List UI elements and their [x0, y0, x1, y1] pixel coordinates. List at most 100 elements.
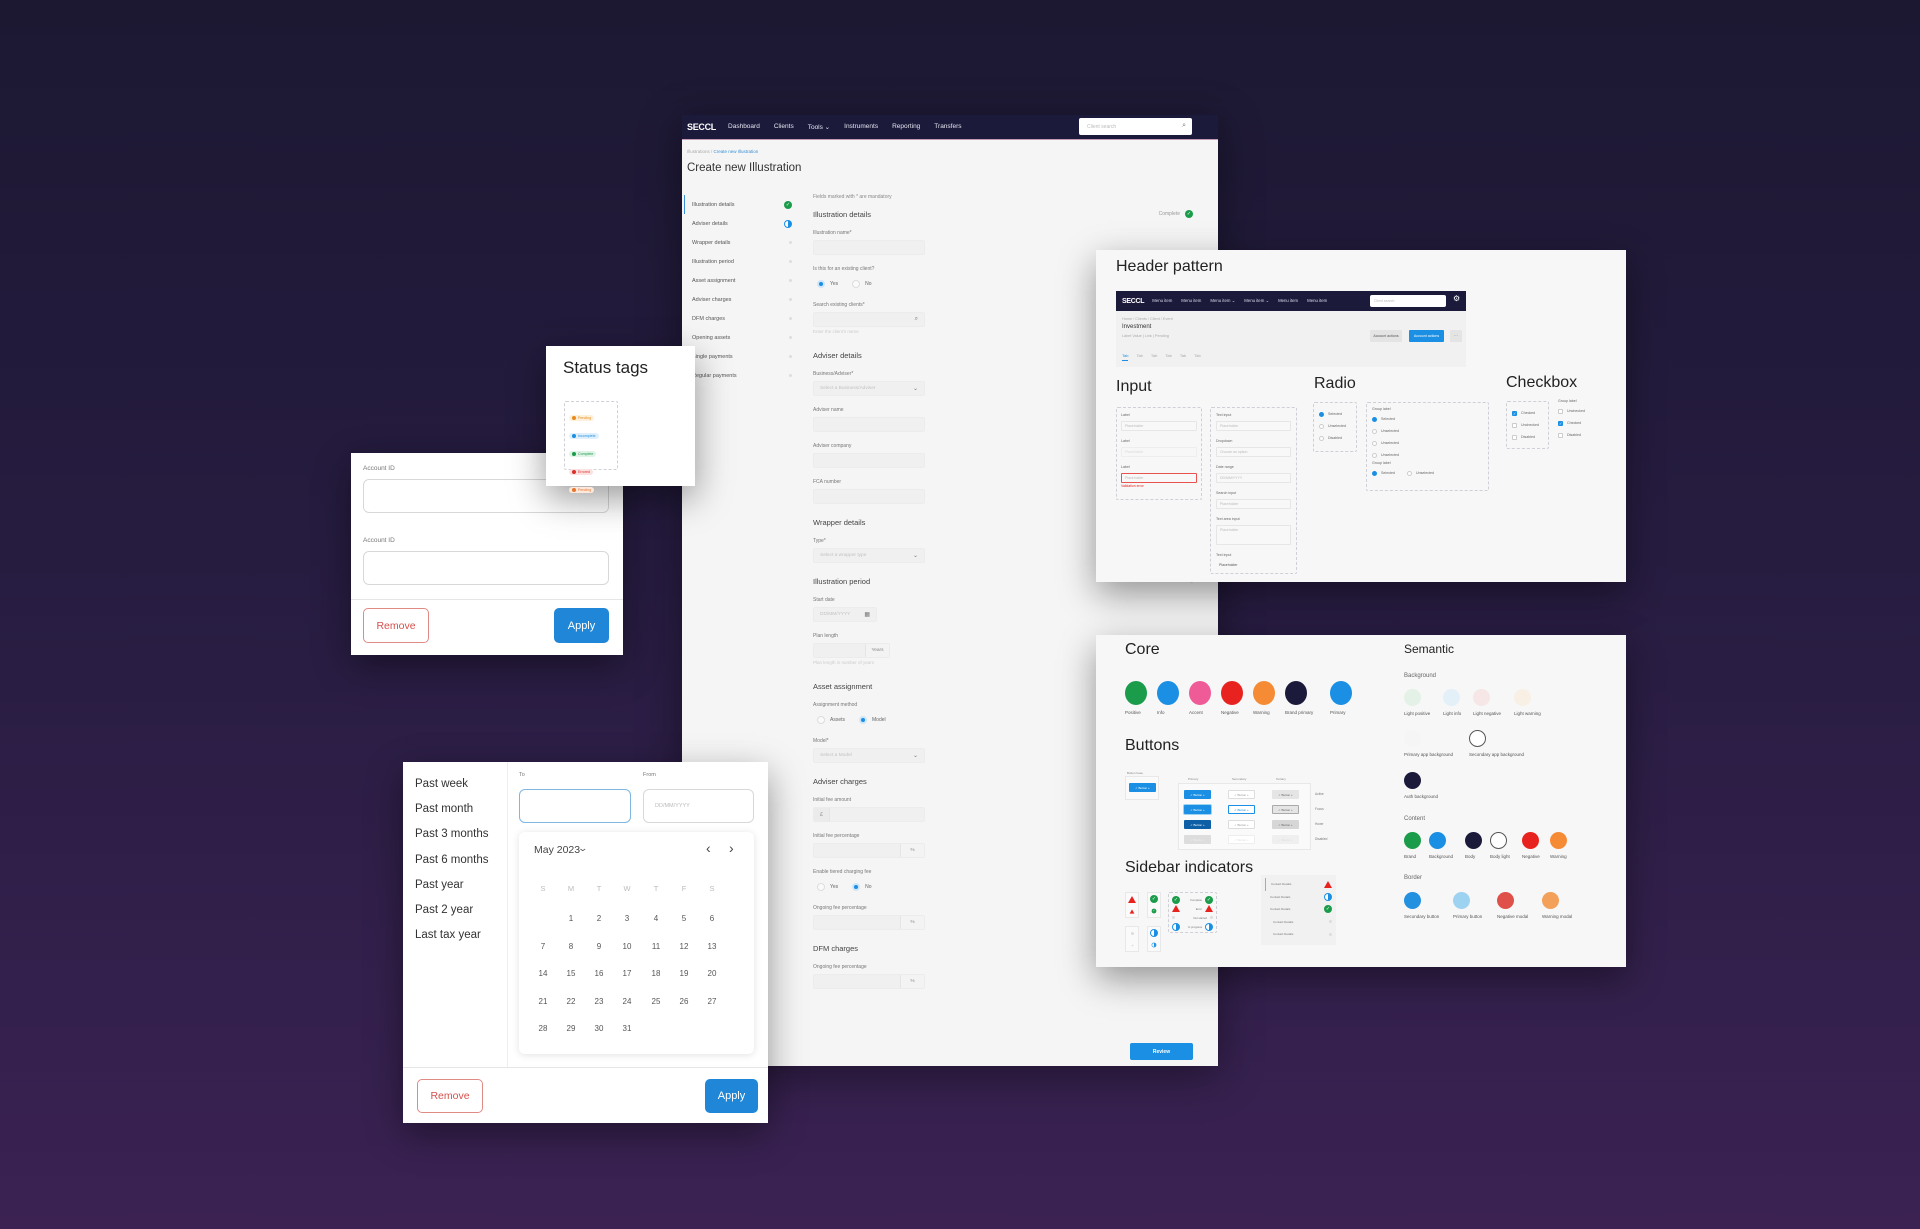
sidebar-step[interactable]: Opening assets [684, 328, 796, 347]
checkbox[interactable] [1512, 434, 1517, 440]
radio-button[interactable] [817, 279, 825, 288]
radio-option[interactable]: No [852, 882, 872, 891]
radio-button[interactable] [1372, 428, 1377, 434]
input-field[interactable]: % [813, 915, 925, 930]
sidebar-step[interactable]: Regular payments [684, 366, 796, 385]
input-field[interactable]: Years [813, 643, 890, 658]
sample-input[interactable]: Placeholder [1216, 499, 1291, 509]
radio-button[interactable] [1319, 423, 1324, 429]
sample-tab[interactable]: Tab [1194, 353, 1200, 361]
sample-menu-item[interactable]: Menu item [1278, 298, 1298, 304]
input-field[interactable]: % [813, 974, 925, 989]
calendar-day[interactable]: 4 [646, 914, 666, 923]
checkbox-option[interactable]: ✓ Checked [1558, 417, 1618, 429]
calendar-day[interactable]: 2 [589, 914, 609, 923]
radio-option[interactable]: Disabled [1319, 432, 1351, 444]
sidebar-step[interactable]: Adviser charges [684, 290, 796, 309]
remove-button[interactable]: Remove [417, 1079, 483, 1113]
client-search-input[interactable]: Client search ⌕ [1079, 118, 1192, 135]
calendar-day[interactable]: 5 [674, 914, 694, 923]
calendar-day[interactable]: 6 [702, 914, 722, 923]
to-date-input[interactable] [519, 789, 631, 823]
checkbox[interactable] [1558, 408, 1563, 414]
calendar-day[interactable]: 27 [702, 997, 722, 1006]
radio-option[interactable]: No [852, 279, 872, 288]
sample-button[interactable]: ✓ Button + [1184, 820, 1211, 829]
nav-item-3[interactable]: Instruments [844, 123, 878, 131]
input-field[interactable]: Select a wrapper type ⌄ [813, 548, 925, 563]
calendar-day[interactable]: 28 [533, 1024, 553, 1033]
radio-button[interactable] [817, 882, 825, 891]
sidebar-step[interactable]: Illustration details ✓ [684, 195, 796, 214]
month-label[interactable]: May 2023 [534, 844, 580, 856]
gear-icon[interactable]: ⚙ [1453, 294, 1460, 303]
sample-input[interactable]: Placeholder [1216, 561, 1291, 571]
from-date-input[interactable]: DD/MM/YYYY [643, 789, 754, 823]
calendar-day[interactable]: 31 [617, 1024, 637, 1033]
sample-input[interactable]: Placeholder [1121, 447, 1197, 457]
calendar-day[interactable]: 29 [561, 1024, 581, 1033]
calendar-day[interactable]: 10 [617, 942, 637, 951]
radio-button[interactable] [852, 882, 861, 891]
input-field[interactable] [813, 240, 925, 255]
sample-tab[interactable]: Tab [1165, 353, 1171, 361]
radio-option[interactable]: Selected [1319, 408, 1351, 420]
sample-tab[interactable]: Tab [1151, 353, 1157, 361]
calendar-day[interactable]: 9 [589, 942, 609, 951]
calendar-day[interactable]: 12 [674, 942, 694, 951]
date-preset[interactable]: Last tax year [415, 929, 481, 941]
account-actions-primary-button[interactable]: Account actions [1409, 330, 1444, 342]
checkbox-option[interactable]: Unchecked [1558, 405, 1618, 417]
radio-button[interactable] [1372, 452, 1377, 458]
sidebar-step[interactable]: DFM charges [684, 309, 796, 328]
calendar-day[interactable]: 17 [617, 969, 637, 978]
radio-button[interactable] [859, 715, 868, 724]
radio-button[interactable] [852, 279, 861, 288]
checkbox-option[interactable]: Unchecked [1512, 419, 1543, 431]
sample-button[interactable]: ✓ Button + [1272, 820, 1299, 829]
sample-input[interactable]: Placeholder [1216, 525, 1291, 545]
sample-button[interactable]: ✓ Button + [1184, 805, 1211, 814]
calendar-day[interactable]: 8 [561, 942, 581, 951]
radio-button[interactable] [1319, 435, 1324, 441]
sample-menu-item[interactable]: Menu item ⌄ [1210, 298, 1235, 304]
checkbox[interactable] [1558, 432, 1563, 438]
sample-button[interactable]: ✓ Button + [1184, 835, 1211, 844]
sample-button[interactable]: ✓ Button + [1228, 820, 1255, 829]
checkbox-option[interactable]: Disabled [1512, 431, 1543, 443]
input-field[interactable]: ⌕ [813, 312, 925, 327]
radio-option[interactable]: Model [859, 715, 886, 724]
account-actions-secondary-button[interactable]: Account actions [1370, 330, 1402, 342]
sample-input[interactable]: Placeholder [1216, 421, 1291, 431]
radio-option[interactable]: Yes [817, 279, 838, 288]
calendar-day[interactable]: 24 [617, 997, 637, 1006]
sample-button[interactable]: ✓ Button + [1228, 790, 1255, 799]
calendar-day[interactable]: 11 [646, 942, 666, 951]
checkbox-option[interactable]: ✓ Checked [1512, 407, 1543, 419]
input-field[interactable]: % [813, 843, 925, 858]
sidebar-step[interactable]: Illustration period [684, 252, 796, 271]
calendar-day[interactable]: 14 [533, 969, 553, 978]
checkbox-option[interactable]: Disabled [1558, 429, 1618, 441]
sample-menu-item[interactable]: Menu item [1152, 298, 1172, 304]
checkbox[interactable]: ✓ [1558, 420, 1563, 426]
calendar-day[interactable]: 16 [589, 969, 609, 978]
sample-button[interactable]: ✓ Button + [1272, 790, 1299, 799]
calendar-day[interactable]: 20 [702, 969, 722, 978]
calendar-day[interactable]: 13 [702, 942, 722, 951]
sidebar-step[interactable]: Single payments [684, 347, 796, 366]
sidebar-step[interactable]: Asset assignment [684, 271, 796, 290]
calendar-day[interactable]: 23 [589, 997, 609, 1006]
radio-option[interactable]: Unselected [1372, 449, 1483, 461]
review-button[interactable]: Review [1130, 1043, 1193, 1060]
sample-tab[interactable]: Tab [1180, 353, 1186, 361]
sample-input[interactable]: Placeholder [1121, 421, 1197, 431]
input-field[interactable] [813, 489, 925, 504]
radio-option[interactable]: Selected [1372, 467, 1395, 479]
sample-menu-item[interactable]: Menu item ⌄ [1244, 298, 1269, 304]
calendar-day[interactable]: 25 [646, 997, 666, 1006]
sample-input[interactable]: DD/MM/YYYY [1216, 473, 1291, 483]
calendar-day[interactable]: 7 [533, 942, 553, 951]
sidebar-step-sample[interactable]: Contact Details [1265, 891, 1332, 904]
seccl-logo[interactable]: SECCL [687, 122, 716, 132]
